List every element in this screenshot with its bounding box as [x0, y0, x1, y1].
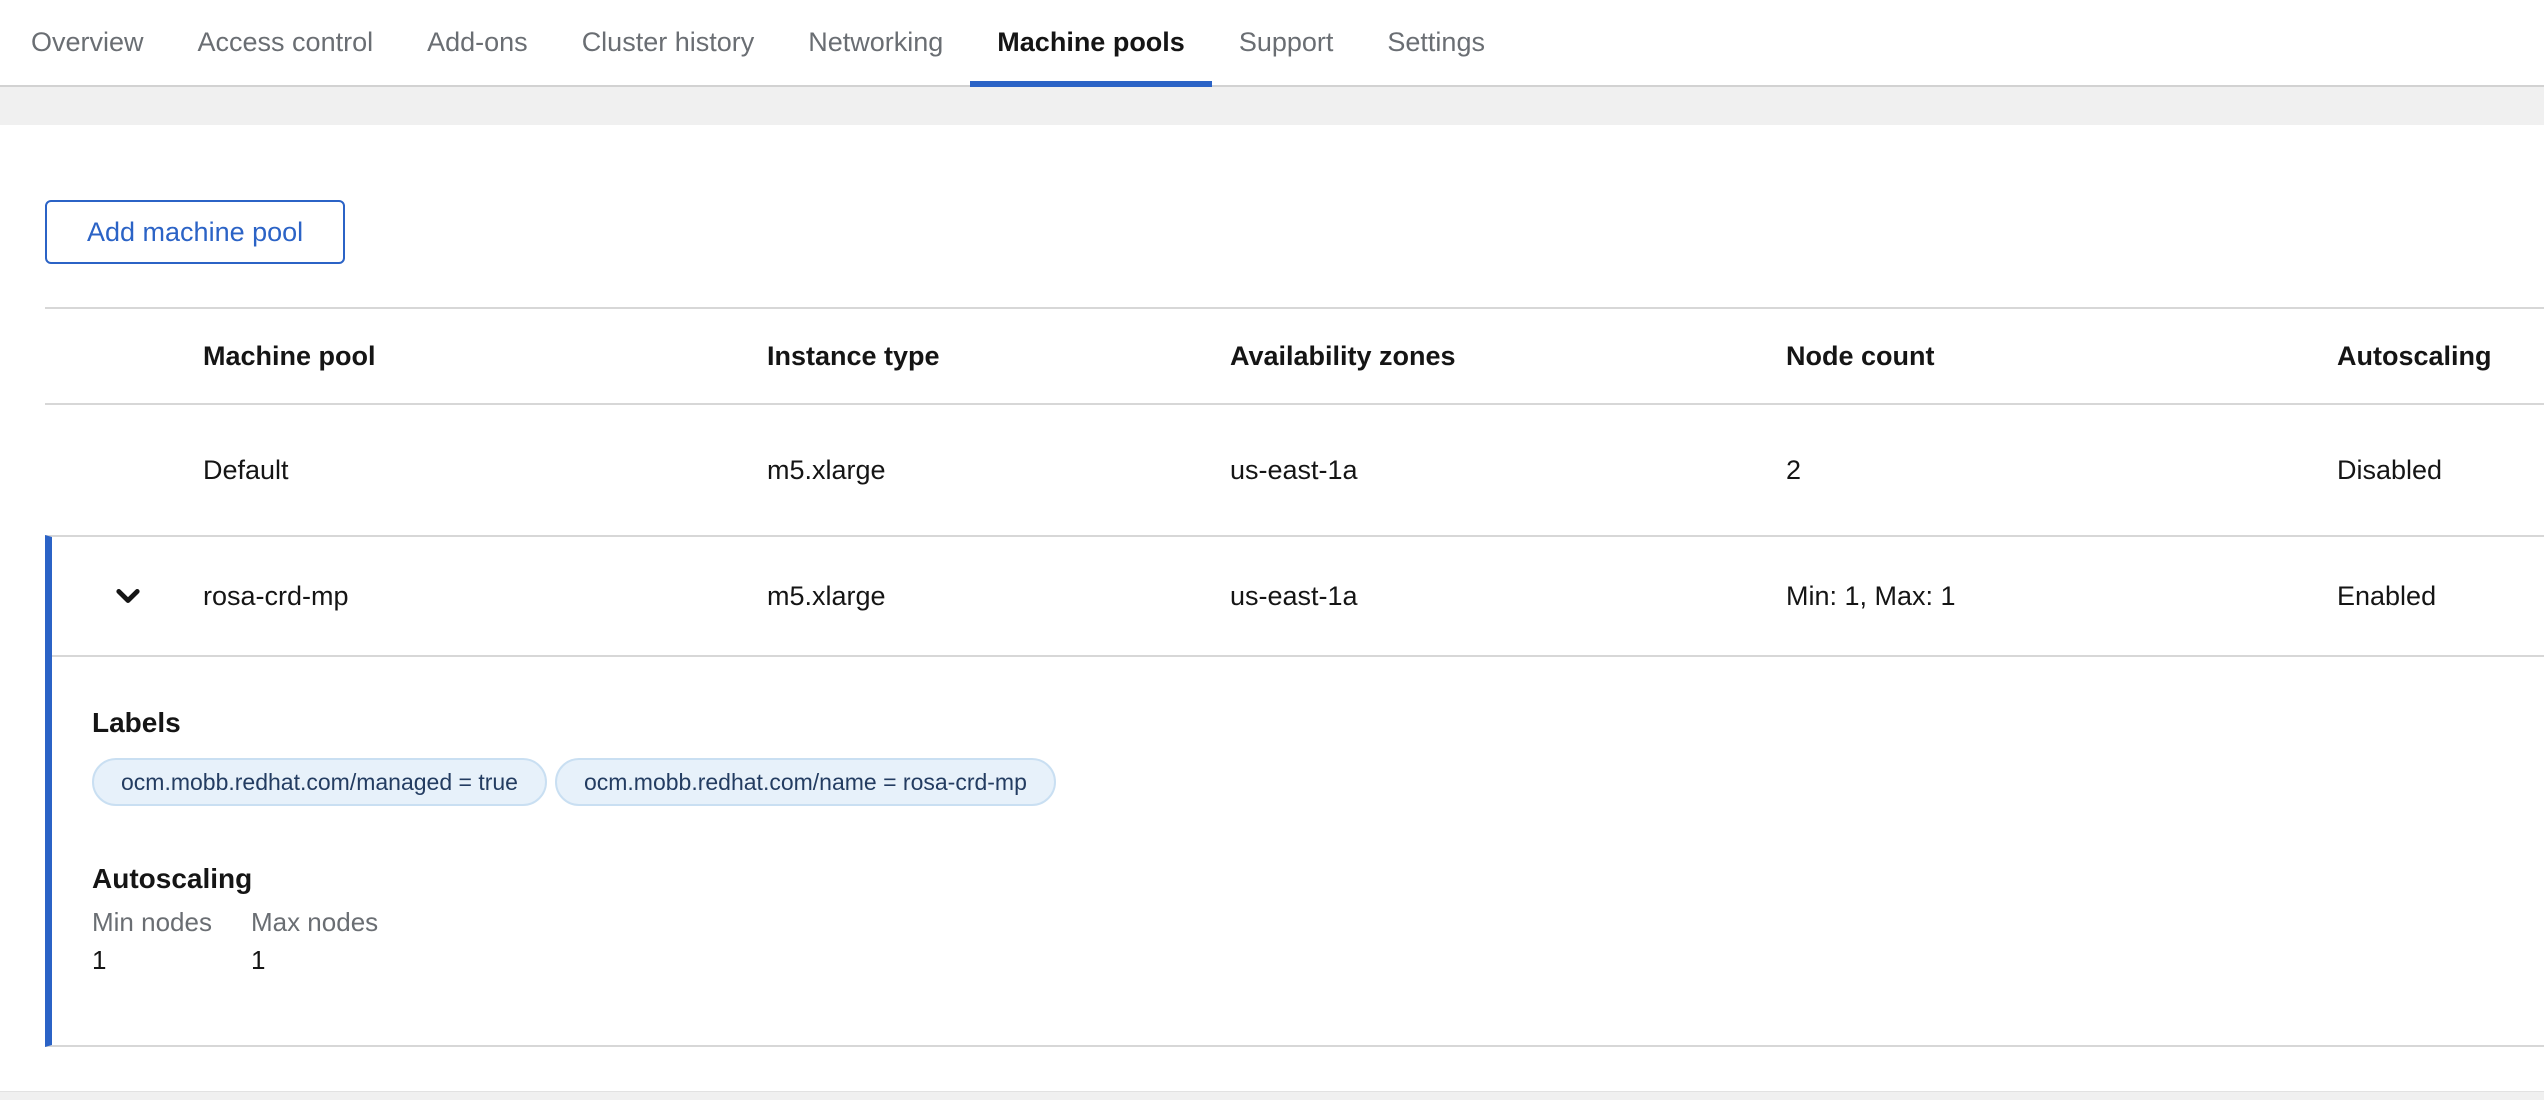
labels-heading: Labels [92, 707, 2504, 739]
expanded-row-container: rosa-crd-mp m5.xlarge us-east-1a Min: 1,… [45, 535, 2544, 1047]
cell-instance-type: m5.xlarge [767, 455, 1230, 486]
column-header-node-count: Node count [1786, 341, 2337, 372]
cell-machine-pool: rosa-crd-mp [203, 581, 767, 612]
cell-machine-pool: Default [203, 455, 767, 486]
cell-autoscaling: Enabled [2337, 581, 2544, 612]
column-header-instance-type: Instance type [767, 341, 1230, 372]
cell-node-count: 2 [1786, 455, 2337, 486]
label-chip-name: ocm.mobb.redhat.com/name = rosa-crd-mp [555, 758, 1056, 806]
min-nodes-value: 1 [92, 945, 212, 975]
max-nodes-value: 1 [251, 945, 378, 975]
cluster-tab-bar: Overview Access control Add-ons Cluster … [0, 0, 2544, 87]
max-nodes-label: Max nodes [251, 907, 378, 937]
tab-cluster-history[interactable]: Cluster history [555, 0, 782, 85]
expanded-row-details: Labels ocm.mobb.redhat.com/managed = tru… [52, 657, 2544, 1045]
tab-add-ons[interactable]: Add-ons [400, 0, 555, 85]
autoscaling-heading: Autoscaling [92, 863, 2504, 895]
column-header-autoscaling: Autoscaling [2337, 341, 2544, 372]
cell-availability-zones: us-east-1a [1230, 455, 1786, 486]
page-bottom-strip [0, 1091, 2544, 1100]
label-chip-group: ocm.mobb.redhat.com/managed = true ocm.m… [92, 757, 2504, 807]
table-row-default: Default m5.xlarge us-east-1a 2 Disabled [45, 405, 2544, 535]
min-nodes-group: Min nodes 1 [92, 907, 212, 975]
tab-overview[interactable]: Overview [4, 0, 171, 85]
column-header-machine-pool: Machine pool [203, 341, 767, 372]
label-chip-managed: ocm.mobb.redhat.com/managed = true [92, 758, 547, 806]
tab-support[interactable]: Support [1212, 0, 1361, 85]
machine-pools-table: Machine pool Instance type Availability … [45, 307, 2544, 1047]
cell-availability-zones: us-east-1a [1230, 581, 1786, 612]
chevron-down-icon [111, 579, 145, 613]
add-machine-pool-button[interactable]: Add machine pool [45, 200, 345, 264]
autoscaling-description-list: Min nodes 1 Max nodes 1 [92, 907, 2504, 975]
column-header-availability-zones: Availability zones [1230, 341, 1786, 372]
table-header-row: Machine pool Instance type Availability … [45, 309, 2544, 405]
collapse-row-button[interactable] [100, 568, 156, 624]
expand-cell [52, 568, 203, 624]
cell-instance-type: m5.xlarge [767, 581, 1230, 612]
tab-divider-band [0, 87, 2544, 125]
tab-machine-pools[interactable]: Machine pools [970, 0, 1212, 85]
table-row-rosa-crd-mp: rosa-crd-mp m5.xlarge us-east-1a Min: 1,… [52, 537, 2544, 657]
machine-pools-content: Add machine pool Machine pool Instance t… [0, 125, 2544, 1047]
cell-autoscaling: Disabled [2337, 455, 2544, 486]
min-nodes-label: Min nodes [92, 907, 212, 937]
tab-settings[interactable]: Settings [1360, 0, 1512, 85]
tab-access-control[interactable]: Access control [171, 0, 401, 85]
cell-node-count: Min: 1, Max: 1 [1786, 581, 2337, 612]
tab-networking[interactable]: Networking [781, 0, 970, 85]
max-nodes-group: Max nodes 1 [251, 907, 378, 975]
